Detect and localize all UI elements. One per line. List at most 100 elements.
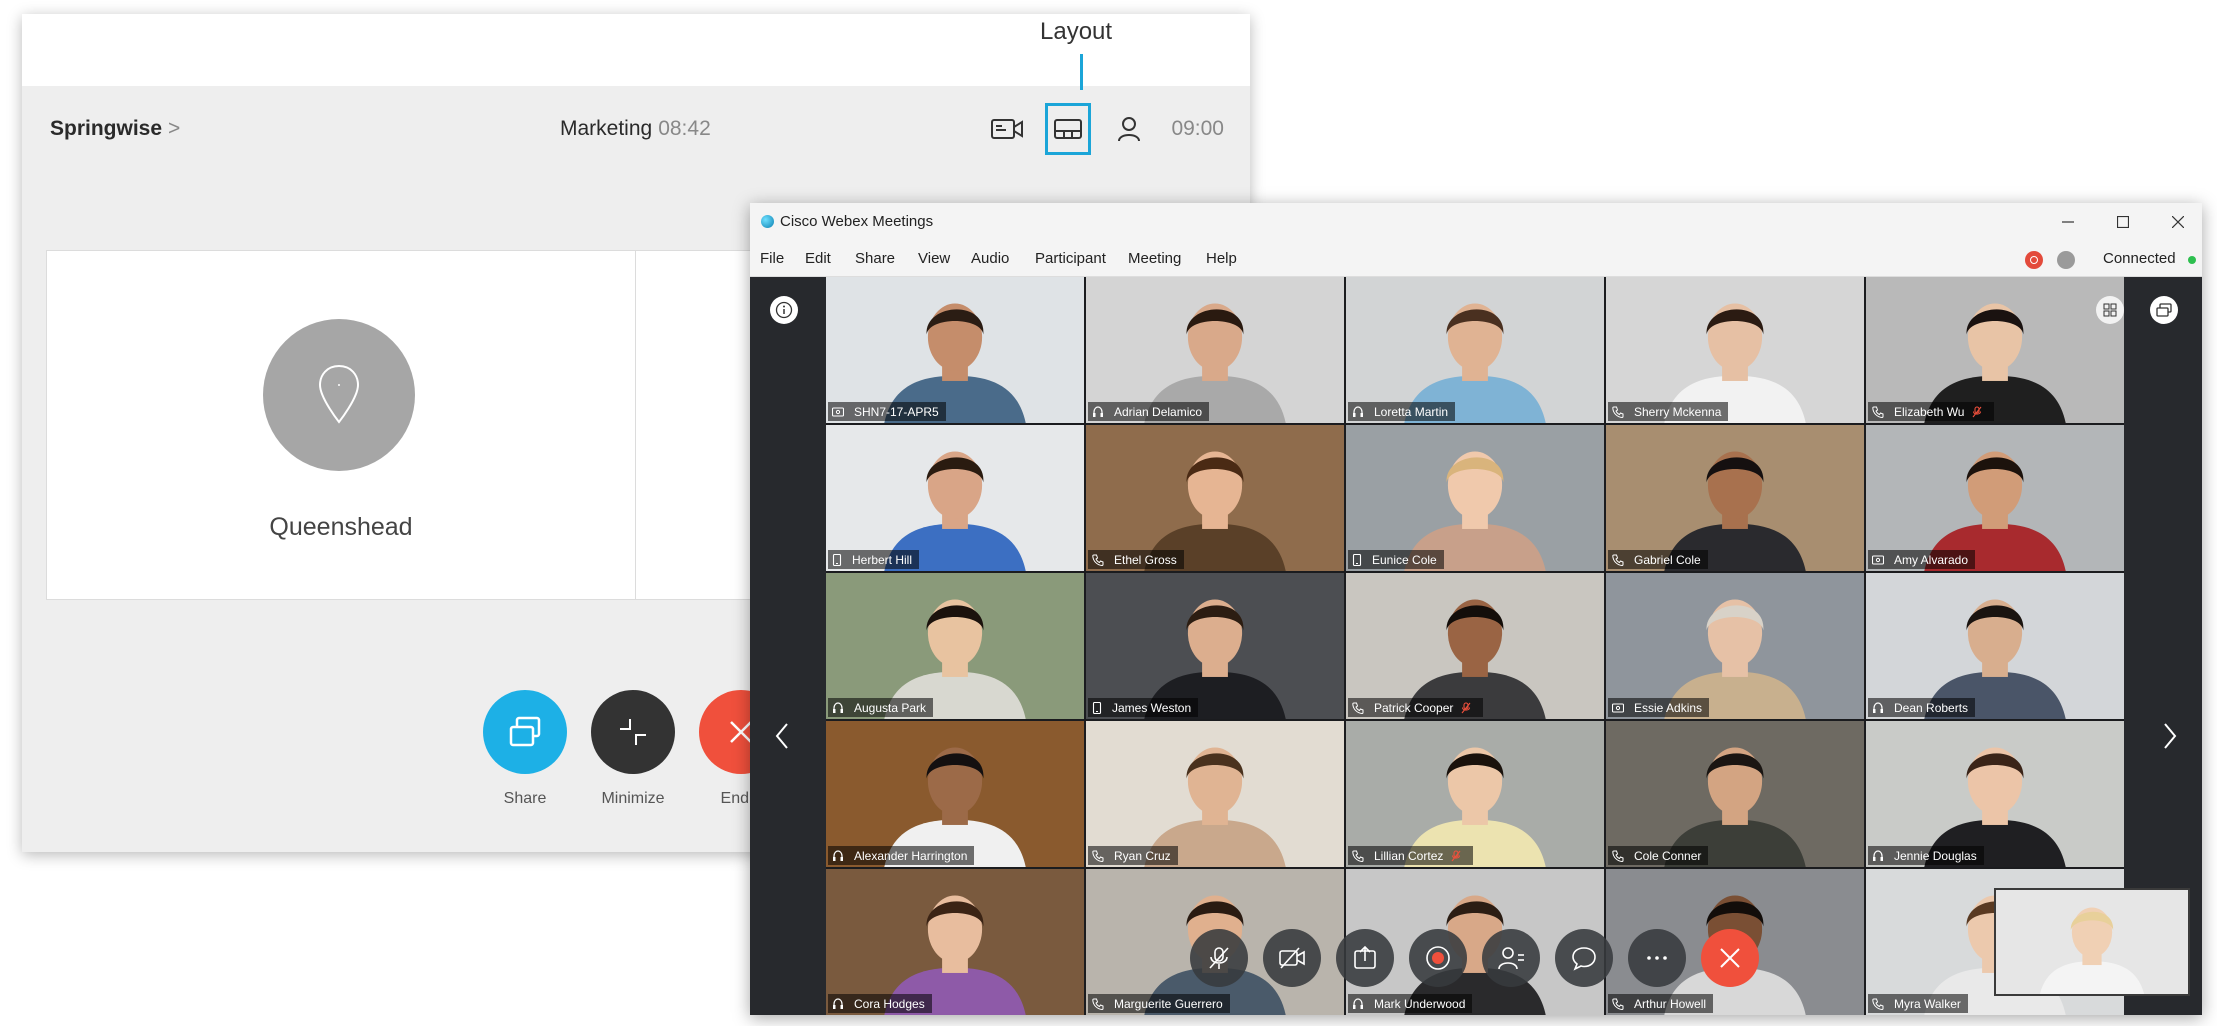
tile-divider (635, 251, 636, 599)
participant-name: Alexander Harrington (854, 848, 968, 863)
chat-icon (1572, 947, 1596, 971)
menu-help[interactable]: Help (1206, 250, 1237, 267)
video-button[interactable] (1263, 929, 1321, 987)
participant-tile[interactable]: Cora Hodges (826, 869, 1084, 1015)
phone-icon (1092, 998, 1109, 1010)
room-icon (1872, 554, 1889, 566)
participant-name-tag: Augusta Park (828, 698, 934, 717)
minimize-icon[interactable] (2055, 209, 2081, 235)
more-button[interactable] (1628, 929, 1686, 987)
participant-grid: SHN7-17-APR5 Adrian Delamico Loretta Marti… (826, 277, 2124, 1015)
mobile-icon (1352, 553, 1367, 566)
participants-button[interactable] (1482, 929, 1540, 987)
layout-switch-icon[interactable] (2150, 296, 2178, 324)
participant-tile[interactable]: Herbert Hill (826, 425, 1084, 571)
muted-mic-icon (1451, 849, 1466, 862)
headset-icon (1092, 405, 1109, 418)
participant-name: Marguerite Guerrero (1114, 996, 1223, 1011)
participant-tile[interactable]: James Weston (1086, 573, 1344, 719)
room-clock: 09:00 (1171, 116, 1224, 140)
participant-name: Amy Alvarado (1894, 552, 1969, 567)
menu-file[interactable]: File (760, 250, 784, 267)
participant-tile[interactable]: Elizabeth Wu (1866, 277, 2124, 423)
menu-meeting[interactable]: Meeting (1128, 250, 1181, 267)
muted-mic-icon (1461, 701, 1476, 714)
headset-icon (1352, 997, 1369, 1010)
participant-tile[interactable]: Sherry Mckenna (1606, 277, 1864, 423)
participant-tile[interactable]: Amy Alvarado (1866, 425, 2124, 571)
participant-tile[interactable]: Cole Conner (1606, 721, 1864, 867)
participant-tile[interactable]: Ryan Cruz (1086, 721, 1344, 867)
participant-name-tag: Jennie Douglas (1868, 846, 1984, 865)
participant-tile[interactable]: Eunice Cole (1346, 425, 1604, 571)
participant-name-tag: Arthur Howell (1608, 994, 1714, 1013)
webex-logo-icon (761, 215, 774, 228)
menu-edit[interactable]: Edit (805, 250, 831, 267)
contact-icon[interactable] (1103, 103, 1155, 155)
mute-icon (1209, 947, 1229, 969)
info-icon[interactable] (770, 296, 798, 324)
participant-name: Ethel Gross (1114, 552, 1177, 567)
muted-mic-icon (1972, 405, 1987, 418)
participant-name: Mark Underwood (1374, 996, 1466, 1011)
participant-tile[interactable]: Ethel Gross (1086, 425, 1344, 571)
lock-icon (2057, 251, 2075, 269)
next-page-icon[interactable] (2142, 679, 2198, 793)
menu-participant[interactable]: Participant (1035, 250, 1106, 267)
window-title: Cisco Webex Meetings (780, 213, 934, 230)
grid-view-icon[interactable] (2096, 296, 2124, 324)
mute-button[interactable] (1190, 929, 1248, 987)
meeting-title: Marketing 08:42 (560, 117, 711, 141)
menu-audio[interactable]: Audio (971, 250, 1009, 267)
phone-icon (1092, 850, 1109, 862)
participant-tile[interactable]: Essie Adkins (1606, 573, 1864, 719)
share-content-button[interactable] (1336, 929, 1394, 987)
phone-icon (1352, 850, 1369, 862)
participant-tile[interactable]: Augusta Park (826, 573, 1084, 719)
share-icon (1354, 945, 1376, 969)
layout-icon[interactable] (1045, 102, 1092, 155)
participant-tile[interactable]: Loretta Martin (1346, 277, 1604, 423)
room-header-icons: 09:00 (969, 86, 1224, 171)
minimize-button[interactable] (591, 690, 675, 774)
participant-name: Sherry Mckenna (1634, 404, 1722, 419)
share-button-label: Share (503, 790, 547, 807)
menu-view[interactable]: View (918, 250, 950, 267)
participant-tile[interactable]: Adrian Delamico (1086, 277, 1344, 423)
video-icon (1279, 947, 1305, 969)
layout-callout-line (1080, 54, 1083, 90)
participant-name-tag: Patrick Cooper (1348, 698, 1484, 717)
window-titlebar: Cisco Webex Meetings (750, 203, 2202, 241)
participant-name-tag: Cole Conner (1608, 846, 1709, 865)
headset-icon (1352, 405, 1369, 418)
participant-tile[interactable]: Lillian Cortez (1346, 721, 1604, 867)
minimize-icon (620, 719, 646, 745)
participant-tile[interactable]: SHN7-17-APR5 (826, 277, 1084, 423)
room-name[interactable]: Springwise > (50, 117, 180, 141)
participant-tile[interactable]: Patrick Cooper (1346, 573, 1604, 719)
participant-tile[interactable]: Dean Roberts (1866, 573, 2124, 719)
meeting-controls (1190, 929, 1774, 987)
camera-self-view-icon[interactable] (981, 103, 1033, 155)
menu-share[interactable]: Share (855, 250, 895, 267)
participant-name: Patrick Cooper (1374, 700, 1454, 715)
self-view-video[interactable] (1994, 888, 2190, 996)
maximize-icon[interactable] (2110, 209, 2136, 235)
phone-icon (1612, 850, 1629, 862)
participant-tile[interactable]: Jennie Douglas (1866, 721, 2124, 867)
participant-tile[interactable]: Alexander Harrington (826, 721, 1084, 867)
previous-page-icon[interactable] (754, 679, 810, 793)
participant-name: SHN7-17-APR5 (854, 404, 939, 419)
location-pin-avatar (263, 319, 415, 471)
close-icon[interactable] (2165, 209, 2191, 235)
recording-indicator-icon (2025, 251, 2043, 269)
share-button[interactable] (483, 690, 567, 774)
chat-button[interactable] (1555, 929, 1613, 987)
participant-name-tag: Herbert Hill (828, 550, 920, 569)
record-button[interactable] (1409, 929, 1467, 987)
phone-icon (1612, 406, 1629, 418)
end-call-button[interactable] (1701, 929, 1759, 987)
menu-bar: File Edit Share View Audio Participant M… (750, 241, 2202, 277)
webex-meetings-window: Cisco Webex Meetings File Edit Share Vie… (750, 203, 2202, 1015)
participant-tile[interactable]: Gabriel Cole (1606, 425, 1864, 571)
